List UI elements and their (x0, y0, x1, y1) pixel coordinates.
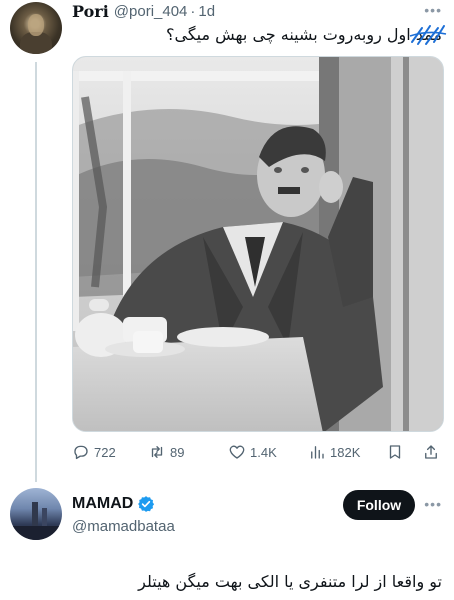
tweet1-separator: · (190, 2, 196, 20)
retweet-button[interactable]: 89 (148, 443, 184, 461)
avatar-figure-face (28, 14, 44, 36)
tweet2-display-name[interactable]: MAMAD (72, 495, 133, 513)
reply-count: 722 (94, 444, 116, 460)
retweet-icon (151, 446, 163, 458)
avatar-mamad[interactable] (10, 488, 62, 540)
tweet1-action-bar: 722 89 1.4K 182K (72, 440, 444, 464)
like-button[interactable]: 1.4K (228, 443, 277, 461)
reply-button[interactable]: 722 (72, 443, 116, 461)
reply-bubble-icon (74, 445, 88, 460)
avatar-tower-shape (32, 502, 38, 528)
bookmark-icon (389, 445, 401, 459)
like-count: 1.4K (250, 444, 277, 460)
thread-connector-line (35, 62, 37, 482)
follow-button[interactable]: Follow (343, 490, 415, 520)
tweet1-handle[interactable]: @pori_404 (114, 3, 188, 20)
photo-illustration (73, 57, 443, 431)
more-dots-icon[interactable]: ••• (424, 496, 442, 512)
heart-icon (229, 445, 245, 459)
tweet1-display-name[interactable]: Pori (72, 2, 109, 21)
tweet1-photo[interactable] (72, 56, 444, 432)
tweet1-header: Pori @pori_404 · 1d (72, 0, 215, 22)
share-button[interactable] (422, 443, 440, 461)
tweet1-timestamp[interactable]: 1d (198, 3, 215, 20)
tweet2-name-row: MAMAD (72, 495, 155, 513)
more-dots-icon[interactable]: ••• (424, 2, 442, 18)
avatar-pori[interactable] (10, 2, 62, 54)
share-upload-icon (425, 445, 437, 459)
bookmark-button[interactable] (386, 443, 404, 461)
views-button[interactable]: 182K (308, 443, 360, 461)
views-count: 182K (330, 444, 361, 460)
tweet2-handle[interactable]: @mamadbataa (72, 518, 175, 535)
avatar-tower-shape-2 (42, 508, 47, 528)
avatar-base-shape (10, 526, 62, 540)
retweet-count: 89 (170, 444, 185, 460)
tweet1-text: ممد اول روبه‌روت بشینه چی بهش میگی؟ (165, 25, 442, 44)
views-bars-icon (311, 446, 324, 459)
tweet2-text: تو واقعا از لرا متنفری یا الکی بهت میگن … (138, 572, 442, 591)
verified-badge-icon (138, 496, 155, 512)
